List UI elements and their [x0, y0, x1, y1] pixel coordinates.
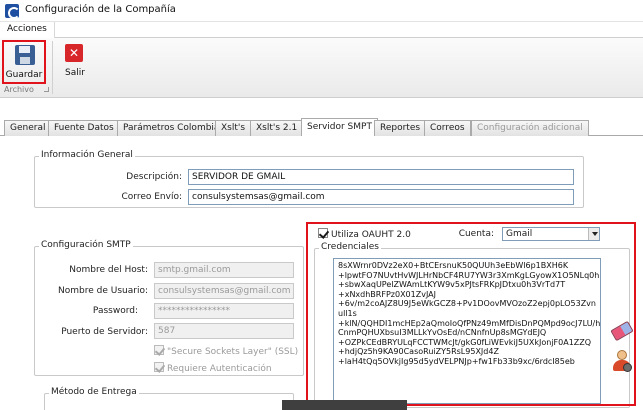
tab-strip: General Fuente Datos Parámetros Colombia… — [0, 118, 643, 137]
tab-xslts-21[interactable]: Xslt's 2.1 — [250, 120, 304, 136]
username-label: Nombre de Usuario: — [58, 286, 148, 296]
tab-configuracion-adicional: Configuración adicional — [471, 120, 589, 136]
password-input — [154, 303, 294, 319]
port-input — [154, 323, 294, 339]
general-info-legend: Información General — [39, 150, 135, 160]
tab-parametros-colombia[interactable]: Parámetros Colombia — [117, 120, 226, 136]
oauth-highlight-frame — [306, 222, 636, 406]
close-icon: ✕ — [65, 44, 83, 62]
window-title: Configuración de la Compañía — [25, 4, 176, 15]
username-input — [154, 283, 294, 299]
menu-bar: Acciones — [0, 22, 643, 38]
bottom-overlay-bar — [282, 400, 407, 410]
ssl-checkbox: "Secure Sockets Layer" (SSL) — [154, 345, 298, 357]
email-label: Correo Envío: — [121, 192, 183, 202]
host-label: Nombre del Host: — [69, 265, 148, 275]
tab-xslts[interactable]: Xslt's — [215, 120, 252, 136]
exit-button-label: Salir — [65, 68, 85, 78]
group-expand-icon[interactable] — [44, 87, 49, 92]
port-label: Puerto de Servidor: — [61, 327, 148, 337]
checkbox-check-icon — [154, 345, 164, 355]
ribbon-group-label: Archivo — [4, 85, 34, 94]
smtp-config-legend: Configuración SMTP — [39, 240, 133, 250]
description-input[interactable] — [188, 169, 574, 185]
title-bar: Configuración de la Compañía — [0, 0, 643, 22]
host-input — [154, 262, 294, 278]
description-label: Descripción: — [126, 172, 182, 182]
password-label: Password: — [92, 306, 138, 316]
email-input[interactable] — [188, 189, 574, 205]
save-button-label: Guardar — [5, 70, 43, 80]
tab-reportes[interactable]: Reportes — [374, 120, 427, 136]
exit-button[interactable]: ✕ Salir — [53, 40, 97, 84]
tab-fuente-datos[interactable]: Fuente Datos — [48, 120, 120, 136]
delivery-method-group: Método de Entrega — [44, 387, 294, 410]
delivery-method-legend: Método de Entrega — [49, 387, 139, 397]
tab-general[interactable]: General — [4, 120, 52, 136]
floppy-disk-icon — [15, 45, 35, 65]
tab-servidor-smpt[interactable]: Servidor SMPT — [301, 118, 378, 137]
ribbon: Guardar ✕ Salir Archivo — [0, 38, 643, 98]
save-button[interactable]: Guardar — [2, 40, 46, 84]
tab-correos[interactable]: Correos — [424, 120, 471, 136]
ssl-checkbox-label: "Secure Sockets Layer" (SSL) — [167, 347, 299, 357]
auth-checkbox-label: Requiere Autenticación — [167, 364, 272, 374]
auth-checkbox: Requiere Autenticación — [154, 362, 272, 374]
checkbox-check-icon — [154, 362, 164, 372]
menu-tab-acciones[interactable]: Acciones — [0, 22, 55, 38]
app-icon — [5, 4, 20, 19]
